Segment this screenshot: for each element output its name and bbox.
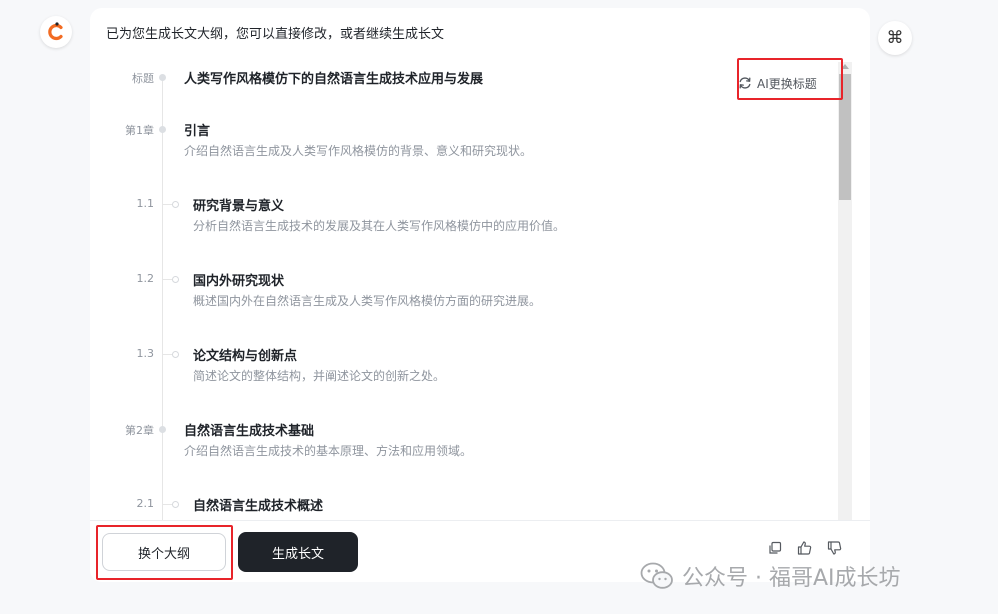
outline-branch-line bbox=[163, 279, 172, 280]
command-button[interactable]: ⌘ bbox=[878, 21, 912, 55]
generate-long-text-button[interactable]: 生成长文 bbox=[238, 532, 358, 572]
outline-row-number: 标题 bbox=[132, 72, 154, 85]
outline-row-description[interactable]: 概述国内外在自然语言生成及人类写作风格模仿方面的研究进展。 bbox=[193, 292, 541, 309]
outline-section-node bbox=[172, 501, 179, 508]
watermark: 公众号 · 福哥AI成长坊 bbox=[640, 560, 901, 592]
c-logo-icon bbox=[48, 22, 63, 41]
scroll-thumb[interactable] bbox=[839, 74, 851, 200]
outline-row-description[interactable]: 分析自然语言生成技术的发展及其在人类写作风格模仿中的应用价值。 bbox=[193, 217, 565, 234]
outline-scrollbar[interactable] bbox=[838, 62, 852, 520]
thumbs-down-icon bbox=[827, 541, 842, 555]
outline-node-dot bbox=[159, 126, 166, 133]
outline-row-number: 1.2 bbox=[136, 272, 155, 285]
ai-refresh-title-label: AI更换标题 bbox=[757, 76, 817, 91]
scroll-up-arrow[interactable] bbox=[841, 64, 849, 69]
outline-node-dot bbox=[159, 426, 166, 433]
outline-section-node bbox=[172, 351, 179, 358]
app-logo bbox=[40, 16, 72, 48]
command-icon: ⌘ bbox=[886, 28, 904, 48]
outline-row-title[interactable]: 人类写作风格模仿下的自然语言生成技术应用与发展 bbox=[184, 68, 483, 87]
ai-refresh-title-button[interactable]: AI更换标题 bbox=[738, 72, 817, 94]
outline-row-number: 1.1 bbox=[136, 197, 155, 210]
outline-node-dot bbox=[159, 74, 166, 81]
outline-row-number: 1.3 bbox=[136, 347, 155, 360]
thumbs-up-button[interactable] bbox=[797, 541, 812, 555]
outline-branch-line bbox=[163, 204, 172, 205]
intro-text: 已为您生成长文大纲，您可以直接修改，或者继续生成长文 bbox=[106, 27, 445, 42]
outline-branch-line bbox=[163, 354, 172, 355]
timeline-line bbox=[162, 76, 163, 520]
wechat-icon bbox=[640, 562, 673, 589]
outline-section-node bbox=[172, 201, 179, 208]
outline-row-number: 第2章 bbox=[125, 424, 154, 437]
thumbs-down-button[interactable] bbox=[827, 541, 842, 555]
outline-row-description[interactable]: 介绍自然语言生成技术的基本原理、方法和应用领域。 bbox=[184, 442, 472, 459]
thumbs-up-icon bbox=[797, 541, 812, 555]
outline-card: 已为您生成长文大纲，您可以直接修改，或者继续生成长文 AI更换标题 标题 人类写作… bbox=[90, 8, 870, 582]
copy-button[interactable] bbox=[768, 541, 782, 555]
outline-row-title[interactable]: 自然语言生成技术基础 bbox=[184, 420, 314, 439]
outline-row-title[interactable]: 论文结构与创新点 bbox=[193, 345, 297, 364]
outline-row-number: 第1章 bbox=[125, 124, 154, 137]
outline-row-description[interactable]: 介绍自然语言生成及人类写作风格模仿的背景、意义和研究现状。 bbox=[184, 142, 532, 159]
refresh-icon bbox=[739, 77, 751, 89]
outline-section-node bbox=[172, 276, 179, 283]
outline-row-title[interactable]: 引言 bbox=[184, 120, 210, 139]
outline-row-title[interactable]: 研究背景与意义 bbox=[193, 195, 284, 214]
change-outline-button[interactable]: 换个大纲 bbox=[102, 533, 226, 571]
feedback-actions bbox=[768, 541, 842, 555]
watermark-text: 公众号 · 福哥AI成长坊 bbox=[682, 566, 901, 591]
outline-tree: AI更换标题 标题 人类写作风格模仿下的自然语言生成技术应用与发展第1章 引言介绍自… bbox=[90, 58, 854, 520]
outline-branch-line bbox=[163, 504, 172, 505]
outline-row-description[interactable]: 简述论文的整体结构，并阐述论文的创新之处。 bbox=[193, 367, 445, 384]
outline-row-title[interactable]: 国内外研究现状 bbox=[193, 270, 284, 289]
outline-row-title[interactable]: 自然语言生成技术概述 bbox=[193, 495, 323, 514]
copy-icon bbox=[769, 541, 782, 554]
outline-row-number: 2.1 bbox=[136, 497, 155, 510]
